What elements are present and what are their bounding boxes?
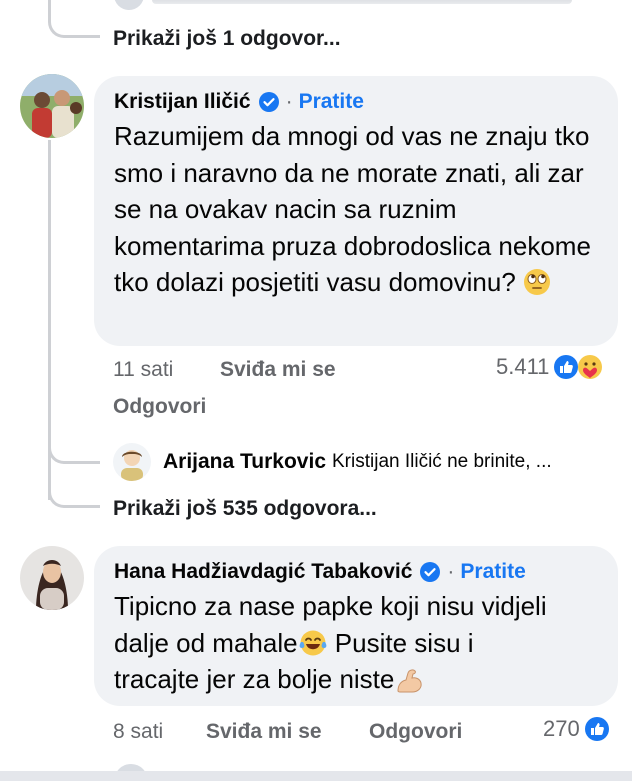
comment-bubble: Hana Hadžiavdagić Tabaković · Pratite Ti… xyxy=(94,546,618,706)
comment-text: Tipicno za nase papke koji nisu vidjeli … xyxy=(114,588,600,698)
reaction-count: 5.411 xyxy=(496,354,550,379)
comment-fragment: tracajte jer za bolje niste xyxy=(114,664,395,694)
comment-fragment: dalje od mahale xyxy=(114,627,298,658)
tears-of-joy-emoji-icon xyxy=(299,630,326,655)
comment-timestamp[interactable]: 8 sati xyxy=(113,720,163,744)
comment-bubble: Kristijan Iličić · Pratite Razumijem da … xyxy=(94,76,618,346)
follow-button[interactable]: Pratite xyxy=(460,560,525,584)
thread-connector xyxy=(48,470,100,508)
thread-connector xyxy=(48,430,100,464)
verified-badge-icon xyxy=(420,562,441,582)
comment-line: dalje od mahale Pusite sisu i xyxy=(114,625,600,662)
comment-author[interactable]: Kristijan Iličić xyxy=(114,90,251,114)
like-icon xyxy=(584,717,609,741)
reply-button[interactable]: Odgovori xyxy=(369,720,462,744)
avatar xyxy=(113,443,151,481)
reply-author[interactable]: Arijana Turkovic xyxy=(163,450,326,474)
verified-badge-icon xyxy=(258,92,279,112)
reply-button[interactable]: Odgovori xyxy=(113,395,206,419)
comment-header: Hana Hadžiavdagić Tabaković · Pratite xyxy=(114,560,600,584)
comment-line: tracajte jer za bolje niste xyxy=(114,661,600,698)
like-button[interactable]: Sviđa mi se xyxy=(220,358,336,382)
scroll-edge xyxy=(0,771,632,781)
reaction-summary[interactable]: 5.411 xyxy=(496,354,603,380)
comment-fragment: Pusite sisu i xyxy=(327,627,474,658)
more-replies-link[interactable]: Prikaži još 1 odgovor... xyxy=(113,27,341,51)
reply-snippet: Kristijan Iličić ne brinite, ... xyxy=(332,451,552,472)
reply-preview[interactable]: Arijana Turkovic Kristijan Iličić ne bri… xyxy=(113,443,552,481)
reaction-summary[interactable]: 270 xyxy=(543,716,610,742)
avatar[interactable] xyxy=(20,74,84,138)
comment-line: Tipicno za nase papke koji nisu vidjeli xyxy=(114,591,547,621)
comment-timestamp[interactable]: 11 sati xyxy=(113,358,173,382)
rolling-eyes-emoji-icon xyxy=(524,269,551,295)
care-icon xyxy=(578,355,603,379)
thread-connector xyxy=(48,0,100,38)
more-replies-link[interactable]: Prikaži još 535 odgovora... xyxy=(113,497,377,521)
reaction-count: 270 xyxy=(543,716,580,741)
like-button[interactable]: Sviđa mi se xyxy=(206,720,322,744)
avatar[interactable] xyxy=(114,0,144,10)
avatar[interactable] xyxy=(20,546,84,610)
separator: · xyxy=(447,560,455,583)
separator: · xyxy=(285,90,293,113)
comment-body: Razumijem da mnogi od vas ne znaju tko s… xyxy=(114,121,591,297)
comment-header: Kristijan Iličić · Pratite xyxy=(114,90,600,114)
follow-button[interactable]: Pratite xyxy=(299,90,364,114)
cut-off-text xyxy=(152,0,572,4)
like-icon xyxy=(554,355,579,379)
flexed-biceps-emoji-icon xyxy=(397,669,423,693)
comment-author[interactable]: Hana Hadžiavdagić Tabaković xyxy=(114,560,412,584)
comment-text: Razumijem da mnogi od vas ne znaju tko s… xyxy=(114,118,600,301)
